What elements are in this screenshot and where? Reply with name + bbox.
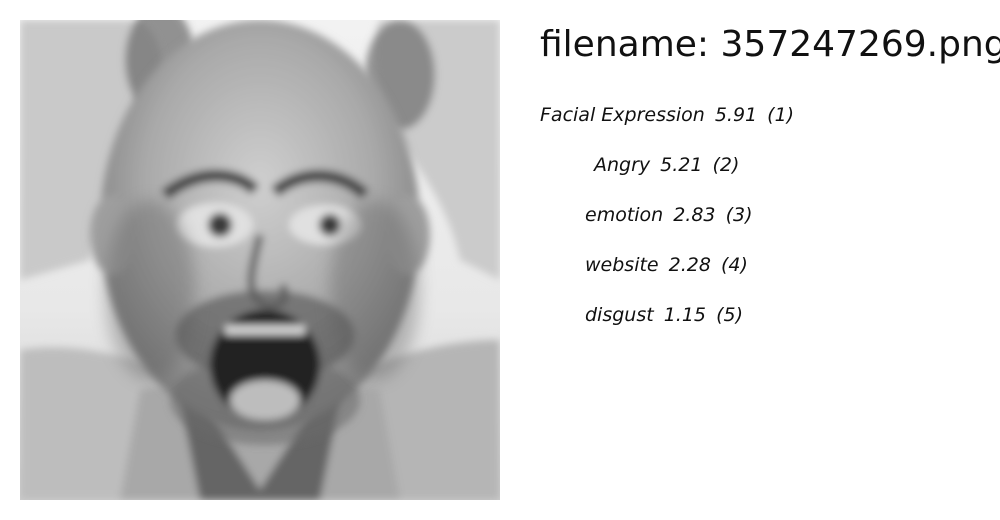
- face-photo-icon: [20, 20, 500, 500]
- tag-label: disgust: [585, 304, 654, 326]
- filename-title: filename: 357247269.png: [540, 22, 1000, 68]
- photo-panel: [20, 20, 500, 500]
- filename-label: filename:: [540, 24, 710, 65]
- tag-score: 2.28: [668, 254, 711, 276]
- tag-label: website: [585, 254, 659, 276]
- tag-score-list: Facial Expression 5.91 (1) Angry 5.21 (2) …: [540, 100, 980, 350]
- tag-score: 5.91: [714, 104, 758, 126]
- tag-rank: (4): [720, 254, 748, 276]
- tag-score: 5.21: [660, 154, 703, 176]
- tag-row: disgust 1.15 (5): [540, 300, 980, 350]
- tag-row: Angry 5.21 (2): [540, 150, 980, 200]
- tag-score: 2.83: [673, 204, 716, 226]
- tag-label: Angry: [594, 154, 651, 176]
- tag-label: emotion: [585, 204, 664, 226]
- filename-value: 357247269.png: [720, 24, 1000, 65]
- tag-score: 1.15: [663, 304, 707, 326]
- tag-rank: (1): [767, 104, 795, 126]
- tag-row: Facial Expression 5.91 (1): [540, 100, 980, 150]
- tag-rank: (3): [725, 204, 753, 226]
- tag-row: emotion 2.83 (3): [540, 200, 980, 250]
- tag-row: website 2.28 (4): [540, 250, 980, 300]
- tag-label: Facial Expression: [540, 104, 705, 126]
- tag-rank: (5): [716, 304, 743, 326]
- tag-rank: (2): [712, 154, 740, 176]
